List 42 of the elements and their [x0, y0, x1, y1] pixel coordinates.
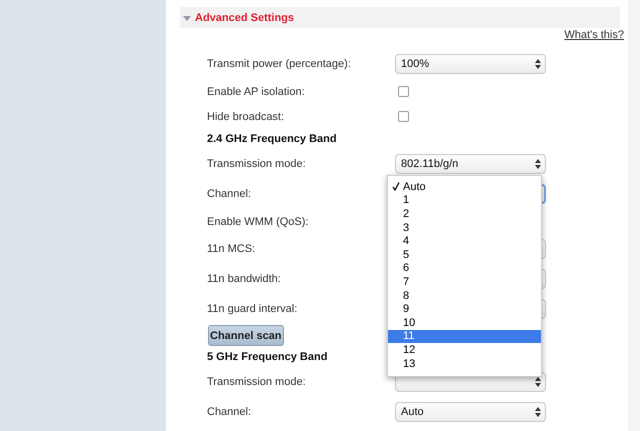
- checkbox[interactable]: [398, 86, 409, 97]
- field-label: Channel:: [207, 406, 252, 418]
- stepper-arrows-icon: [535, 59, 541, 69]
- checkbox[interactable]: [398, 111, 409, 122]
- field-label: 11n guard interval:: [207, 303, 298, 315]
- menu-option[interactable]: 7: [388, 275, 541, 289]
- field-label: Channel:: [207, 188, 252, 200]
- band-heading: 5 GHz Frequency Band: [207, 351, 328, 363]
- menu-option[interactable]: Auto: [388, 180, 541, 194]
- checkmark-icon: [392, 182, 400, 192]
- field-label: 11n MCS:: [207, 243, 256, 255]
- field-label: Enable WMM (QoS):: [207, 216, 310, 228]
- dropdown-select[interactable]: 100%: [395, 54, 546, 74]
- menu-option[interactable]: 11: [388, 330, 541, 344]
- section-title: Advanced Settings: [195, 12, 294, 24]
- field-label: Hide broadcast:: [207, 110, 286, 122]
- menu-option[interactable]: 2: [388, 207, 541, 221]
- channel-scan-button[interactable]: Channel scan: [208, 325, 284, 346]
- menu-option[interactable]: 5: [388, 248, 541, 262]
- menu-option[interactable]: 13: [388, 356, 541, 370]
- menu-option[interactable]: 8: [388, 288, 541, 302]
- stepper-arrows-icon: [535, 159, 541, 169]
- section-header[interactable]: Advanced Settings: [180, 7, 620, 28]
- band-heading: 2.4 GHz Frequency Band: [207, 133, 337, 145]
- dropdown-select[interactable]: 802.11b/g/n: [395, 154, 546, 174]
- menu-option[interactable]: 6: [388, 262, 541, 276]
- collapse-triangle-icon[interactable]: [183, 14, 191, 22]
- menu-option[interactable]: 12: [388, 343, 541, 357]
- help-link[interactable]: What's this?: [564, 29, 624, 43]
- menu-option[interactable]: 4: [388, 234, 541, 248]
- field-label: Transmit power (percentage):: [207, 58, 352, 70]
- field-label: Transmission mode:: [207, 158, 307, 170]
- menu-option[interactable]: 1: [388, 194, 541, 208]
- dropdown-select[interactable]: Auto: [395, 402, 546, 422]
- field-label: Enable AP isolation:: [207, 86, 306, 98]
- menu-option[interactable]: 9: [388, 302, 541, 316]
- field-label: Transmission mode:: [207, 376, 307, 388]
- stepper-arrows-icon: [535, 377, 541, 387]
- menu-option[interactable]: 10: [388, 316, 541, 330]
- stepper-arrows-icon: [535, 407, 541, 417]
- field-label: 11n bandwidth:: [207, 273, 282, 285]
- menu-option[interactable]: 3: [388, 220, 541, 234]
